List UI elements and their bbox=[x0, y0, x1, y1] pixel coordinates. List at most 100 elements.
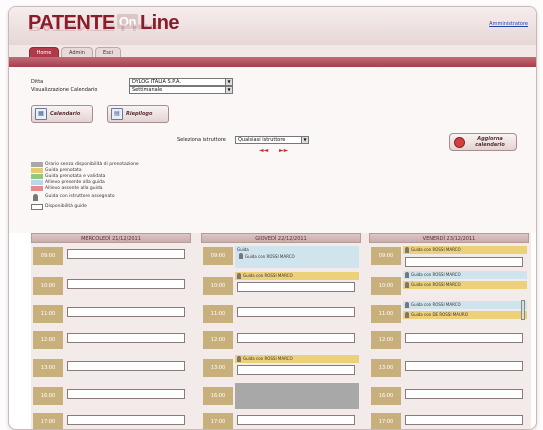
time-label: 13:00 bbox=[203, 359, 233, 377]
vis-label: Visualizzazione Calendario bbox=[31, 87, 98, 93]
time-label: 17:00 bbox=[203, 413, 233, 429]
calendario-button[interactable]: ▦ Calendario bbox=[31, 105, 93, 123]
time-label: 10:00 bbox=[33, 277, 63, 295]
person-icon bbox=[405, 272, 409, 278]
aggiorna-calendario-button[interactable]: Aggiorna calendario bbox=[449, 133, 517, 151]
booking-reserved[interactable]: Guida con ROSSI MARCO bbox=[403, 246, 527, 254]
available-slot[interactable] bbox=[67, 361, 185, 371]
next-week-button[interactable]: ►► bbox=[279, 147, 288, 154]
menu-bar bbox=[9, 57, 536, 67]
booking-text: Guida con ROSSI MARCO bbox=[243, 273, 293, 278]
ditta-select-value: DYLOG ITALIA S.P.A. bbox=[132, 79, 181, 85]
ditta-select[interactable]: DYLOG ITALIA S.P.A. ▼ bbox=[129, 78, 233, 86]
booking-present[interactable]: Guida con ROSSI MARCO bbox=[403, 301, 527, 309]
app-window: PATENTE On Line PATENTE Line Amministrator… bbox=[8, 6, 537, 430]
booking-reserved[interactable]: Guida con ROSSI MARCO bbox=[403, 281, 527, 289]
riepilogo-button[interactable]: ▤ Riepilogo bbox=[107, 105, 169, 123]
available-slot[interactable] bbox=[405, 333, 523, 343]
aggiorna-button-label: Aggiorna calendario bbox=[475, 136, 505, 148]
time-label: 16:00 bbox=[33, 387, 63, 405]
day-header: VENERDÌ 23/12/2011 bbox=[369, 233, 529, 243]
filter-panel: Ditta DYLOG ITALIA S.P.A. ▼ Visualizzazio… bbox=[9, 67, 536, 233]
day-header: MERCOLEDÌ 21/12/2011 bbox=[31, 233, 191, 243]
available-slot[interactable] bbox=[405, 257, 523, 267]
booking-reserved[interactable]: Guida con DE ROSSI MAURO bbox=[403, 311, 527, 319]
booking-present[interactable]: Guida Guida con ROSSI MARCO bbox=[235, 246, 359, 268]
logo: PATENTE On Line PATENTE Line bbox=[28, 12, 180, 34]
legend-swatch bbox=[31, 180, 43, 185]
booking-text: Guida con ROSSI MARCO bbox=[411, 302, 461, 307]
admin-link[interactable]: Amministratore bbox=[489, 21, 528, 27]
person-icon bbox=[33, 194, 38, 201]
available-slot[interactable] bbox=[237, 282, 355, 292]
available-slot[interactable] bbox=[67, 415, 185, 425]
calendar-icon: ▦ bbox=[35, 108, 47, 120]
legend-swatch bbox=[31, 162, 43, 167]
person-icon bbox=[405, 312, 409, 318]
legend-item: Allievo presente alla guida bbox=[31, 180, 231, 185]
time-label: 10:00 bbox=[371, 277, 401, 295]
booking-text: Guida con ROSSI MARCO bbox=[245, 254, 295, 259]
report-icon: ▤ bbox=[111, 108, 123, 120]
chevron-down-icon: ▼ bbox=[225, 79, 232, 85]
time-label: 12:00 bbox=[371, 331, 401, 349]
available-slot[interactable] bbox=[237, 307, 355, 317]
tab-bar: Home Admin Esci bbox=[9, 45, 536, 58]
legend-item: Allievo assente alla guida bbox=[31, 186, 231, 191]
legend-item: Guida prenotata bbox=[31, 168, 231, 173]
legend-swatch bbox=[31, 168, 43, 173]
time-label: 09:00 bbox=[371, 247, 401, 265]
legend-item: Orario senza disponibilità di prenotazio… bbox=[31, 162, 231, 167]
available-slot[interactable] bbox=[405, 361, 523, 371]
istruttore-select[interactable]: Qualsiasi istruttore ▼ bbox=[235, 136, 309, 144]
person-icon bbox=[405, 247, 409, 253]
available-slot[interactable] bbox=[237, 415, 355, 425]
time-label: 17:00 bbox=[371, 413, 401, 429]
available-slot[interactable] bbox=[67, 389, 185, 399]
ditta-label: Ditta bbox=[31, 79, 44, 85]
available-slot[interactable] bbox=[67, 333, 185, 343]
calendario-button-label: Calendario bbox=[50, 111, 81, 117]
time-label: 12:00 bbox=[33, 331, 63, 349]
time-label: 12:00 bbox=[203, 331, 233, 349]
day-column-venerdi: VENERDÌ 23/12/2011 Guida con ROSSI MARCO… bbox=[369, 233, 529, 429]
booking-text: Guida con ROSSI MARCO bbox=[243, 356, 293, 361]
time-label: 16:00 bbox=[371, 387, 401, 405]
legend-item: Guida con istruttore assegnato bbox=[31, 194, 231, 201]
vis-select[interactable]: Settimanale ▼ bbox=[129, 86, 233, 94]
person-icon bbox=[237, 356, 241, 362]
logo-reflection: PATENTE Line bbox=[28, 22, 160, 32]
available-slot[interactable] bbox=[237, 333, 355, 343]
header: PATENTE On Line PATENTE Line Amministrator… bbox=[9, 7, 536, 45]
time-label: 11:00 bbox=[371, 305, 401, 323]
booking-present[interactable]: Guida con ROSSI MARCO bbox=[403, 271, 527, 279]
legend-swatch bbox=[31, 174, 43, 179]
legend-swatch bbox=[31, 186, 43, 191]
available-slot[interactable] bbox=[67, 279, 185, 289]
booking-text: Guida con ROSSI MARCO bbox=[411, 272, 461, 277]
booking-reserved[interactable]: Guida con ROSSI MARCO bbox=[235, 272, 359, 280]
time-label: 09:00 bbox=[33, 247, 63, 265]
slot-scrollbar[interactable] bbox=[521, 300, 525, 320]
time-label: 16:00 bbox=[203, 387, 233, 405]
prev-week-button[interactable]: ◄◄ bbox=[259, 147, 268, 154]
booking-text: Guida con DE ROSSI MAURO bbox=[411, 312, 468, 317]
booking-reserved[interactable]: Guida con ROSSI MARCO bbox=[235, 355, 359, 363]
riepilogo-button-label: Riepilogo bbox=[126, 111, 153, 117]
available-slot[interactable] bbox=[405, 389, 523, 399]
available-slot[interactable] bbox=[67, 249, 185, 259]
time-label: 13:00 bbox=[371, 359, 401, 377]
istruttore-select-value: Qualsiasi istruttore bbox=[238, 137, 286, 143]
available-slot[interactable] bbox=[405, 415, 523, 425]
refresh-icon bbox=[454, 137, 465, 148]
time-label: 10:00 bbox=[203, 277, 233, 295]
vis-select-value: Settimanale bbox=[132, 87, 163, 93]
time-label: 11:00 bbox=[203, 305, 233, 323]
calendar-grid: MERCOLEDÌ 21/12/2011 09:00 10:00 11:00 1… bbox=[31, 233, 531, 429]
chevron-down-icon: ▼ bbox=[225, 87, 232, 93]
available-slot[interactable] bbox=[67, 307, 185, 317]
istruttore-label: Seleziona istruttore bbox=[177, 137, 226, 143]
legend-swatch bbox=[31, 204, 43, 210]
available-slot[interactable] bbox=[237, 365, 355, 375]
time-label: 13:00 bbox=[33, 359, 63, 377]
